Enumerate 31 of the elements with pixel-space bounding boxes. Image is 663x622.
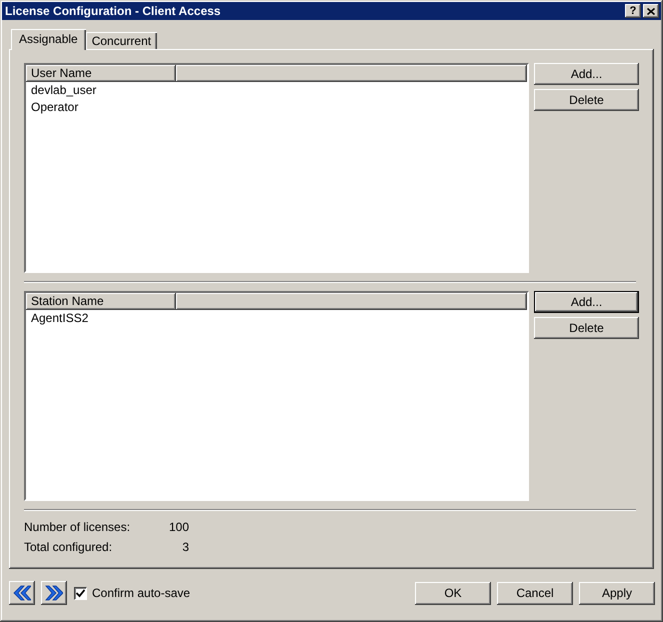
- add-button[interactable]: Add...: [534, 63, 639, 85]
- list-box[interactable]: User Name devlab_user Operator: [24, 63, 529, 273]
- window-title: License Configuration - Client Access: [5, 4, 221, 18]
- delete-button[interactable]: Delete: [534, 89, 639, 111]
- delete-button[interactable]: Delete: [534, 317, 639, 339]
- column-header[interactable]: User Name: [26, 65, 176, 82]
- check-mark-icon: [76, 588, 85, 598]
- tab[interactable]: Assignable: [11, 29, 86, 50]
- add-button[interactable]: Add...: [534, 291, 639, 313]
- list-item[interactable]: Operator: [26, 99, 527, 116]
- summary-label: Total configured:: [24, 539, 114, 555]
- double-chevron-left-icon: [13, 585, 31, 601]
- double-chevron-right-icon: [45, 585, 63, 601]
- list-item[interactable]: AgentISS2: [26, 310, 527, 327]
- tab[interactable]: Concurrent: [86, 32, 158, 49]
- column-header[interactable]: Station Name: [26, 293, 176, 310]
- list-box[interactable]: Station Name AgentISS2: [24, 291, 529, 501]
- summary-label: Number of licenses:: [24, 519, 132, 535]
- list-item[interactable]: devlab_user: [26, 82, 527, 99]
- close-button[interactable]: [643, 4, 659, 18]
- checkbox[interactable]: [74, 586, 87, 600]
- dialog-button[interactable]: Apply: [579, 582, 655, 604]
- dialog-button[interactable]: Cancel: [497, 582, 573, 604]
- previous-button[interactable]: [9, 581, 35, 605]
- next-button[interactable]: [41, 581, 67, 605]
- help-button[interactable]: ?: [625, 4, 641, 18]
- checkbox-label[interactable]: Confirm auto-save: [92, 586, 190, 600]
- summary-value: 3: [181, 539, 189, 555]
- close-icon: [647, 8, 655, 14]
- summary-value: 100: [168, 519, 189, 535]
- dialog-button[interactable]: OK: [415, 582, 491, 604]
